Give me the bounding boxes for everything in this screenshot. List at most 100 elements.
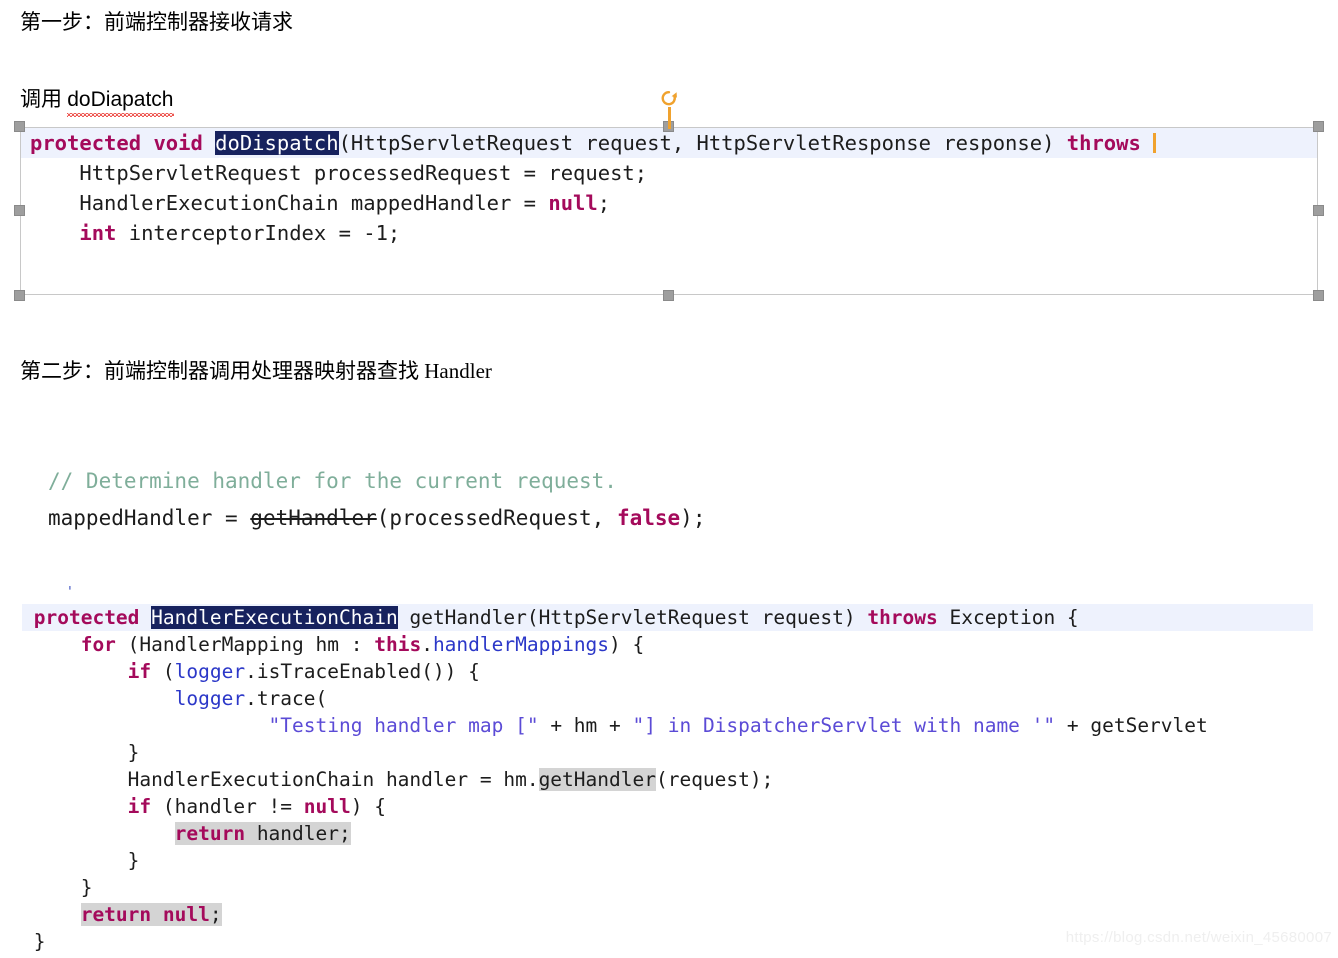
code-line-mapped-handler-assign: mappedHandler = getHandler(processedRequ…: [48, 500, 705, 537]
code-token: null: [162, 903, 210, 926]
step2-heading: 第二步：前端控制器调用处理器映射器查找 Handler: [20, 359, 492, 383]
code-token: logger: [174, 660, 246, 683]
code-token: (request);: [655, 768, 774, 791]
code-token: Exception {: [937, 606, 1079, 629]
code-line-close-for: }: [22, 874, 1338, 901]
code-line-mapped-handler: HandlerExecutionChain mappedHandler = nu…: [21, 188, 1317, 218]
code-token: handlerMappings: [432, 633, 610, 656]
code-token: ;: [209, 903, 222, 926]
keyword-throws: throws: [1066, 131, 1141, 155]
code-token: + hm +: [538, 714, 633, 737]
code-block-get-handler-call: // Determine handler for the current req…: [48, 463, 705, 537]
deprecated-get-handler: getHandler: [250, 506, 377, 530]
interceptor-index-decl: interceptorIndex = -1;: [116, 221, 401, 245]
code-token: null: [303, 795, 351, 818]
code-token: (: [151, 660, 175, 683]
rotate-icon: [661, 90, 677, 106]
resize-handle-bottom-center[interactable]: [663, 290, 674, 301]
watermark: https://blog.csdn.net/weixin_45680007: [1065, 929, 1332, 946]
code-line-handler-assign: HandlerExecutionChain handler = hm.getHa…: [22, 766, 1338, 793]
code-token: for: [80, 633, 116, 656]
call-label: 调用: [20, 87, 68, 111]
call-dodispatch-line: 调用 doDiapatch: [20, 85, 174, 117]
code-token: }: [22, 930, 46, 953]
code-token: [151, 903, 163, 926]
code-token: HandlerExecutionChain: [151, 606, 398, 629]
assign-lhs: mappedHandler =: [48, 506, 251, 530]
keyword-int: int: [79, 221, 117, 245]
code-token: }: [22, 741, 140, 764]
code-line-if-handler-not-null: if (handler != null) {: [22, 793, 1338, 820]
code-token: handler;: [245, 822, 351, 845]
selected-method-name: doDispatch: [215, 131, 339, 155]
resize-handle-middle-left[interactable]: [14, 205, 25, 216]
step1-heading: 第一步：前端控制器接收请求: [20, 10, 293, 34]
code-token: .isTraceEnabled()) {: [245, 660, 480, 683]
code-token: }: [22, 876, 93, 899]
code-comment-determine-handler: // Determine handler for the current req…: [48, 469, 617, 493]
keyword-null: null: [548, 191, 598, 215]
code-token: + getServlet: [1055, 714, 1208, 737]
code-line-close-if-trace: }: [22, 739, 1338, 766]
code-token: "Testing handler map [": [268, 714, 539, 737]
code-token: return: [80, 903, 152, 926]
resize-handle-bottom-left[interactable]: [14, 290, 25, 301]
misspelled-term: doDiapatch: [67, 86, 174, 117]
code-token: (HandlerMapping hm :: [115, 633, 375, 656]
code-token: ) {: [609, 633, 645, 656]
keyword-false: false: [616, 506, 681, 530]
keyword-protected: protected: [30, 131, 142, 155]
code-line-signature-line: protected HandlerExecutionChain getHandl…: [22, 604, 1313, 631]
semicolon: ;: [597, 191, 611, 215]
code-token: HandlerExecutionChain handler = hm.: [22, 768, 539, 791]
clipped-text-artifact: ': [66, 585, 74, 600]
resize-handle-bottom-right[interactable]: [1313, 290, 1324, 301]
code-token: getHandler(HttpServletRequest request): [397, 606, 868, 629]
code-line-return-null: return null;: [22, 901, 1338, 928]
call-args-open: (processedRequest,: [376, 506, 617, 530]
code-line-return-handler: return handler;: [22, 820, 1338, 847]
code-line-if-trace-enabled: if (logger.isTraceEnabled()) {: [22, 658, 1338, 685]
code-token: if: [127, 660, 152, 683]
code-token: protected: [33, 606, 140, 629]
code-line-interceptor-index: int interceptorIndex = -1;: [21, 218, 1317, 248]
code-line-processed-request: HttpServletRequest processedRequest = re…: [30, 161, 648, 185]
clipped-caret: [1153, 133, 1157, 153]
code-token: .trace(: [245, 687, 328, 710]
method-signature: (HttpServletRequest request, HttpServlet…: [338, 131, 1067, 155]
code-line-trace-string: "Testing handler map [" + hm + "] in Dis…: [22, 712, 1338, 739]
code-token: this: [374, 633, 422, 656]
code-token: throws: [867, 606, 938, 629]
selected-picture-frame[interactable]: protected void doDispatch(HttpServletReq…: [14, 90, 1324, 301]
resize-handle-middle-right[interactable]: [1313, 205, 1324, 216]
code-token: ) {: [350, 795, 386, 818]
code-line-for-line: for (HandlerMapping hm : this.handlerMap…: [22, 631, 1338, 658]
code-token: "] in DispatcherServlet with name '": [632, 714, 1056, 737]
call-args-close: );: [680, 506, 706, 530]
code-token: if: [127, 795, 152, 818]
keyword-void: void: [153, 131, 203, 155]
code-token: return: [174, 822, 246, 845]
rotate-handle[interactable]: [660, 89, 678, 129]
resize-handle-top-right[interactable]: [1313, 121, 1324, 132]
code-block-get-handler-body: protected HandlerExecutionChain getHandl…: [22, 604, 1338, 955]
rotate-handle-stem: [668, 107, 671, 129]
code-token: (handler !=: [151, 795, 304, 818]
code-line-signature: protected void doDispatch(HttpServletReq…: [21, 128, 1317, 158]
code-block-dodispatch: protected void doDispatch(HttpServletReq…: [21, 128, 1317, 294]
code-token: }: [22, 849, 140, 872]
mapped-handler-decl: HandlerExecutionChain mappedHandler =: [30, 191, 549, 215]
resize-handle-top-left[interactable]: [14, 121, 25, 132]
code-token: .: [421, 633, 433, 656]
code-token: getHandler: [538, 768, 656, 791]
code-token: logger: [174, 687, 246, 710]
